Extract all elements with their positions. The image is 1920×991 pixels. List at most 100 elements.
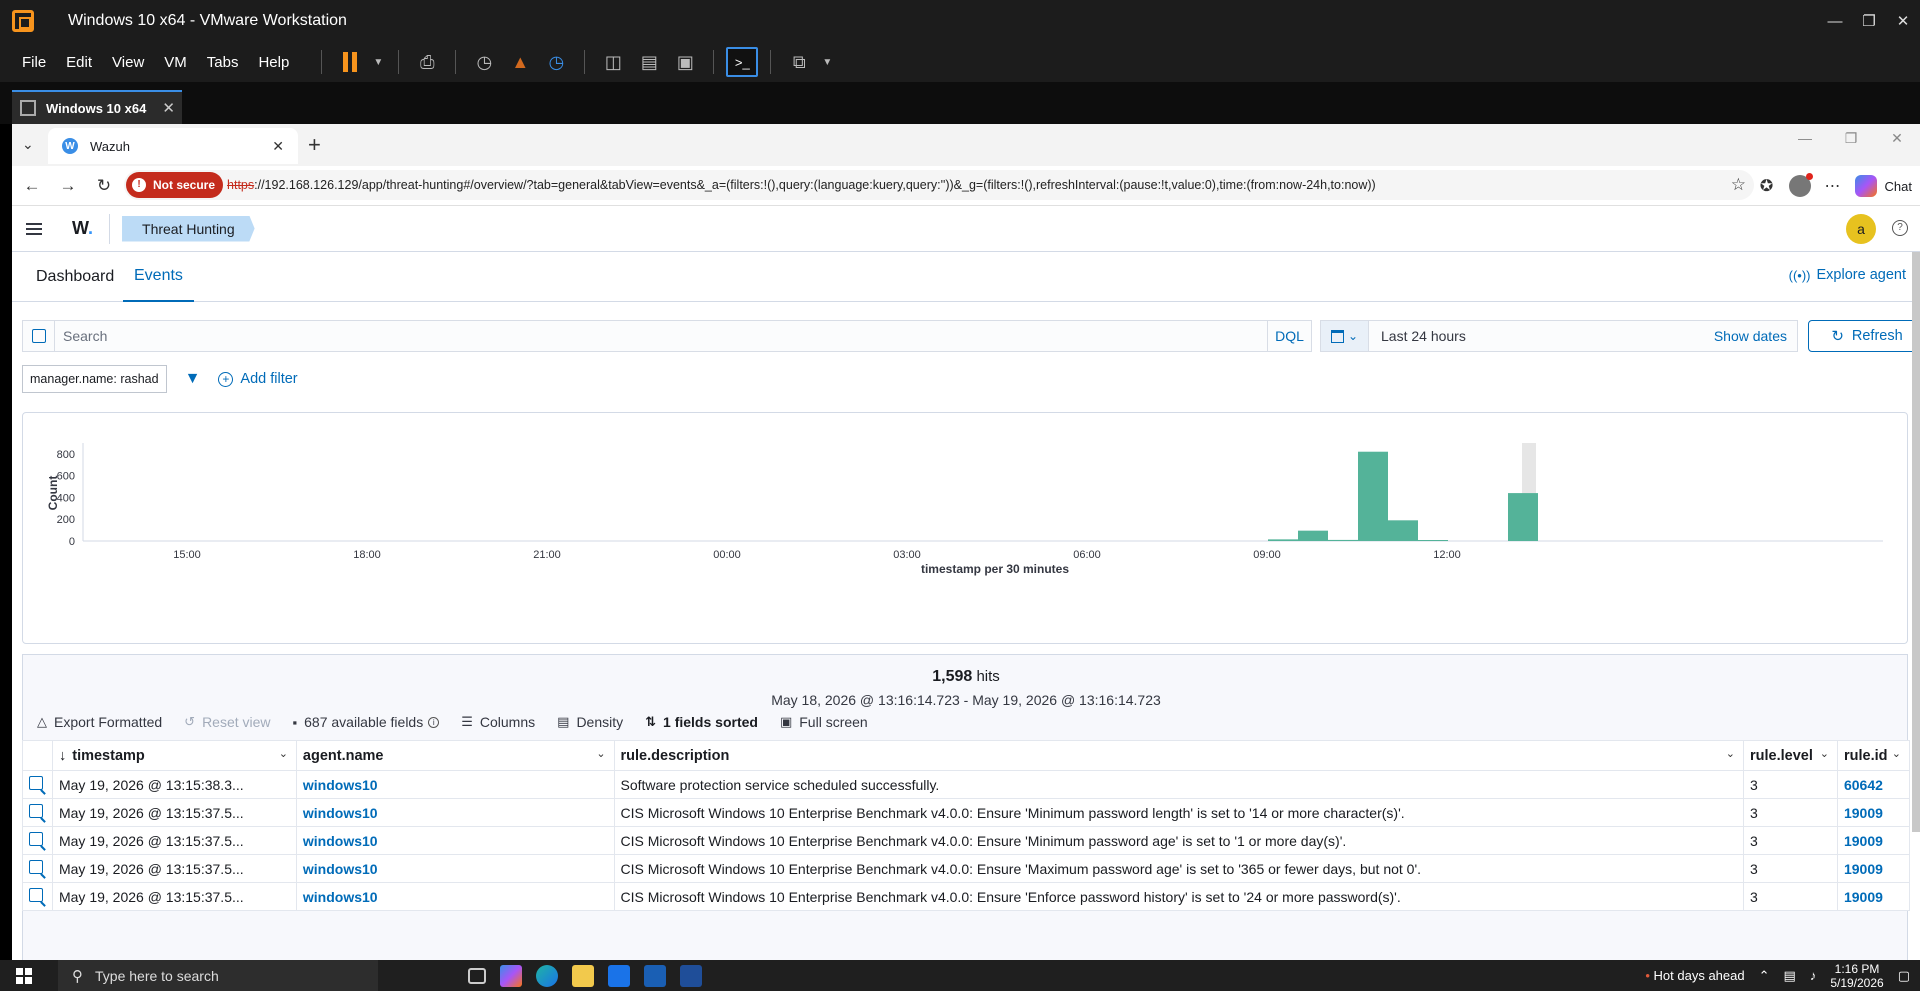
- network-icon[interactable]: ▤: [1784, 968, 1796, 984]
- pause-icon[interactable]: [334, 47, 366, 77]
- weather-widget[interactable]: • Hot days ahead: [1645, 968, 1744, 983]
- minimize-icon[interactable]: —: [1782, 130, 1828, 147]
- tab-events[interactable]: Events: [123, 252, 194, 302]
- fullscreen-icon[interactable]: ⧉: [783, 47, 815, 77]
- cell-agent-name[interactable]: windows10: [295, 770, 615, 799]
- mail-icon[interactable]: [644, 964, 666, 987]
- refresh-button[interactable]: ↻ Refresh: [1808, 320, 1920, 352]
- export-formatted-button[interactable]: △ Export Formatted: [37, 714, 162, 730]
- chat-label[interactable]: Chat: [1885, 179, 1912, 194]
- profile-avatar[interactable]: [1788, 173, 1813, 197]
- powershell-icon[interactable]: [680, 964, 702, 987]
- taskbar-search[interactable]: ⚲ Type here to search: [58, 960, 378, 991]
- column-header-agent-name[interactable]: agent.name ⌄: [295, 740, 615, 771]
- snapshot-manager-icon[interactable]: ◷: [540, 47, 572, 77]
- new-tab-icon[interactable]: +: [308, 132, 321, 158]
- help-icon[interactable]: ?: [1892, 220, 1908, 236]
- explore-agent-button[interactable]: ((•)) Explore agent: [1789, 267, 1906, 283]
- cell-rule-id[interactable]: 19009: [1836, 854, 1911, 883]
- cell-rule-id[interactable]: 19009: [1836, 882, 1911, 911]
- reload-icon[interactable]: ↻: [86, 176, 122, 196]
- cell-rule-id[interactable]: 19009: [1836, 826, 1911, 855]
- avatar[interactable]: a: [1846, 214, 1876, 244]
- search-input[interactable]: [63, 328, 1243, 344]
- breadcrumb[interactable]: Threat Hunting: [122, 215, 255, 242]
- filter-funnel-icon[interactable]: ▼: [185, 370, 201, 388]
- browser-tab-wazuh[interactable]: W Wazuh ✕: [48, 128, 298, 164]
- send-keys-icon[interactable]: ⎙: [411, 47, 443, 77]
- inspect-cell[interactable]: [22, 826, 53, 855]
- close-icon[interactable]: ✕: [1886, 12, 1920, 30]
- wazuh-logo[interactable]: W.: [72, 218, 93, 239]
- column-header-timestamp[interactable]: ↓ timestamp ⌄: [51, 740, 297, 771]
- dql-button[interactable]: DQL: [1267, 321, 1311, 351]
- task-view-icon[interactable]: [468, 967, 486, 984]
- column-header-rule-description[interactable]: rule.description ⌄: [613, 740, 1745, 771]
- minimize-icon[interactable]: —: [1818, 13, 1852, 30]
- favorites-icon[interactable]: ✪: [1753, 176, 1781, 196]
- filter-pill[interactable]: manager.name: rashad: [22, 365, 167, 393]
- cell-agent-name[interactable]: windows10: [295, 882, 615, 911]
- edge-icon[interactable]: [536, 964, 558, 987]
- chevron-up-icon[interactable]: ⌃: [1759, 968, 1770, 984]
- menu-view[interactable]: View: [102, 54, 154, 71]
- fit-guest-icon[interactable]: ▣: [669, 47, 701, 77]
- console-view-icon[interactable]: >_: [726, 47, 759, 77]
- restore-icon[interactable]: ❐: [1852, 12, 1886, 30]
- snapshot-icon[interactable]: ◷: [468, 47, 500, 77]
- menu-hamburger-icon[interactable]: [26, 222, 42, 235]
- quick-select-button[interactable]: ⌄: [1321, 321, 1369, 351]
- full-screen-button[interactable]: ▣ Full screen: [780, 714, 868, 730]
- cell-agent-name[interactable]: windows10: [295, 854, 615, 883]
- url-text[interactable]: https://192.168.126.129/app/threat-hunti…: [227, 178, 1376, 192]
- saved-query-icon[interactable]: [23, 321, 55, 351]
- clock[interactable]: 1:16 PM 5/19/2026: [1830, 962, 1883, 990]
- close-tab-icon[interactable]: ✕: [162, 99, 175, 117]
- menu-help[interactable]: Help: [248, 54, 299, 71]
- library-icon[interactable]: ◫: [597, 47, 629, 77]
- chevron-down-icon[interactable]: ▼: [370, 47, 386, 77]
- copilot-app-icon[interactable]: [500, 964, 522, 987]
- reset-view-button[interactable]: ↺ Reset view: [184, 714, 270, 730]
- add-filter-button[interactable]: + Add filter: [218, 371, 298, 387]
- columns-button[interactable]: ☰ Columns: [461, 714, 535, 730]
- cell-agent-name[interactable]: windows10: [295, 798, 615, 827]
- favorite-star-icon[interactable]: ☆: [1731, 175, 1746, 195]
- inspect-cell[interactable]: [22, 882, 53, 911]
- thumbnail-icon[interactable]: ▤: [633, 47, 665, 77]
- close-icon[interactable]: ✕: [1874, 130, 1920, 147]
- cell-rule-id[interactable]: 19009: [1836, 798, 1911, 827]
- forward-icon[interactable]: →: [50, 176, 86, 196]
- notifications-icon[interactable]: ▢: [1898, 968, 1910, 984]
- start-button[interactable]: [0, 967, 48, 984]
- menu-file[interactable]: File: [0, 54, 56, 71]
- revert-snapshot-icon[interactable]: ▲: [504, 47, 536, 77]
- tab-dashboard[interactable]: Dashboard: [36, 252, 114, 302]
- tab-actions-chevron-icon[interactable]: ⌄: [22, 136, 34, 153]
- date-range-label[interactable]: Last 24 hours: [1381, 328, 1466, 344]
- not-secure-badge[interactable]: ! Not secure: [126, 172, 224, 198]
- cell-rule-id[interactable]: 60642: [1836, 770, 1911, 799]
- column-header-rule-id[interactable]: rule.id ⌄: [1836, 740, 1911, 771]
- cell-agent-name[interactable]: windows10: [295, 826, 615, 855]
- copilot-icon[interactable]: [1854, 175, 1877, 197]
- menu-tabs[interactable]: Tabs: [197, 54, 249, 71]
- more-options-icon[interactable]: ⋯: [1819, 176, 1847, 196]
- inspect-cell[interactable]: [22, 770, 53, 799]
- close-tab-icon[interactable]: ✕: [272, 138, 284, 155]
- sort-fields-button[interactable]: ⇅ 1 fields sorted: [645, 714, 758, 730]
- chevron-down-icon[interactable]: ▼: [819, 47, 835, 77]
- store-icon[interactable]: [608, 964, 630, 987]
- inspect-cell[interactable]: [22, 798, 53, 827]
- restore-icon[interactable]: ❐: [1828, 130, 1874, 147]
- volume-icon[interactable]: ♪: [1810, 968, 1817, 983]
- page-scrollbar[interactable]: [1912, 252, 1920, 832]
- show-dates-link[interactable]: Show dates: [1714, 328, 1787, 344]
- back-icon[interactable]: ←: [14, 176, 50, 196]
- available-fields-button[interactable]: ▪ 687 available fields i: [293, 714, 440, 730]
- file-explorer-icon[interactable]: [572, 964, 594, 987]
- column-header-rule-level[interactable]: rule.level ⌄: [1743, 740, 1838, 771]
- menu-vm[interactable]: VM: [154, 54, 197, 71]
- density-button[interactable]: ▤ Density: [557, 714, 623, 730]
- inspect-cell[interactable]: [22, 854, 53, 883]
